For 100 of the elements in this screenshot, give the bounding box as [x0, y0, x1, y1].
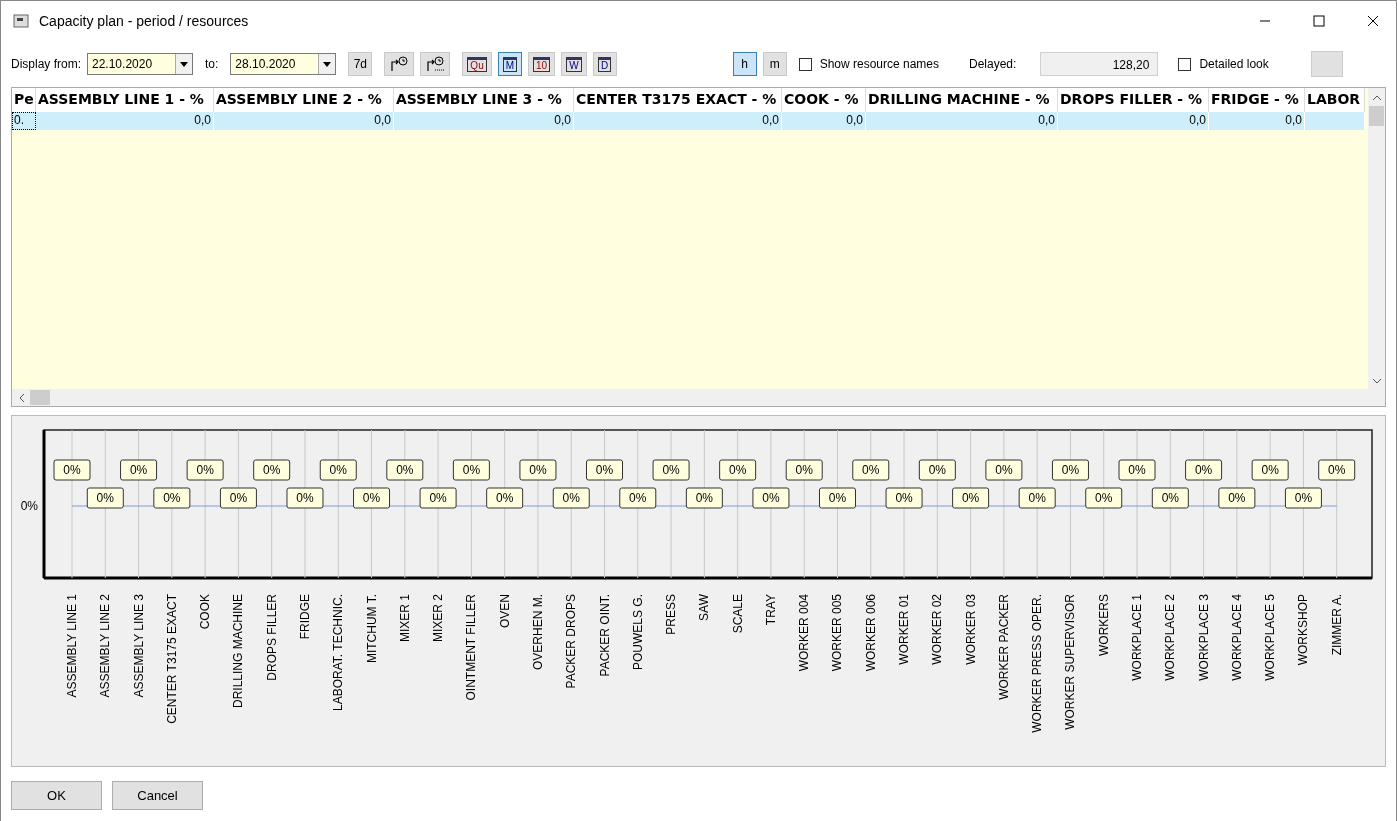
category-label: MIXER 1 [397, 594, 412, 642]
data-label: 0% [852, 459, 890, 481]
data-label: 0% [186, 459, 224, 481]
data-label: 0% [1218, 487, 1256, 509]
data-label: 0% [652, 459, 690, 481]
toolbar-button[interactable] [420, 52, 451, 76]
category-label: WORKSHOP [1296, 594, 1311, 666]
horizontal-scrollbar[interactable] [12, 389, 1368, 406]
category-label: ASSEMBLY LINE 2 [98, 594, 113, 698]
category-label: OVERHEN M. [530, 594, 545, 670]
category-label: POUWELS G. [630, 594, 645, 670]
field-label: to: [205, 57, 219, 71]
close-icon [1367, 15, 1379, 27]
category-label: PRESS [664, 594, 679, 635]
toolbar-button[interactable]: 10 [528, 52, 556, 76]
category-label: WORKERS [1096, 594, 1111, 656]
data-label: 0% [386, 459, 424, 481]
data-label: 0% [819, 487, 856, 509]
checkbox[interactable] [798, 57, 812, 71]
category-label: WORKER 01 [897, 594, 912, 665]
date-field[interactable]: 22.10.2020 [87, 53, 193, 75]
column-header: ASSEMBLY LINE 3 - % [394, 88, 574, 112]
data-label: 0% [952, 487, 990, 509]
scroll-thumb[interactable] [30, 390, 50, 405]
data-label: 0% [785, 459, 823, 481]
category-label: WORKER 02 [930, 594, 945, 665]
toolbar-button[interactable]: D [592, 52, 617, 76]
category-label: MITCHUM T. [364, 594, 379, 664]
category-label: DROPS FILLER [264, 594, 279, 681]
category-label: PACKER OINT. [597, 594, 612, 677]
table-cell: 0,0 [394, 112, 574, 130]
data-label: 0% [253, 459, 291, 481]
category-label: ASSEMBLY LINE 3 [131, 594, 146, 698]
scroll-down-icon [1371, 377, 1382, 385]
ok-button[interactable]: OK [11, 780, 102, 810]
maximize-icon [1313, 15, 1325, 27]
category-label: WORKER SUPERVISOR [1063, 594, 1078, 730]
column-header: DROPS FILLER - % [1058, 88, 1209, 112]
data-label: 0% [153, 487, 191, 509]
data-label: 0% [219, 487, 257, 509]
data-label: 0% [286, 487, 324, 509]
category-label: TRAY [763, 594, 778, 626]
data-label: 0% [353, 487, 391, 509]
date-field[interactable]: 28.10.2020 [230, 53, 337, 75]
category-label: WORKPLACE 1 [1130, 594, 1145, 681]
toolbar-button[interactable]: W [561, 52, 587, 76]
data-label: 0% [319, 459, 357, 481]
category-label: SCALE [730, 594, 745, 634]
scroll-up-icon [1371, 94, 1382, 102]
data-label: 0% [1085, 487, 1123, 509]
table-cell: 0,0 [574, 112, 782, 130]
caret-icon [323, 61, 332, 67]
table-cell: 0,0 [36, 112, 214, 130]
table-cell: 0. [12, 112, 36, 130]
data-label: 0% [586, 459, 623, 481]
table-cell: 0,0 [214, 112, 394, 130]
data-label: 0% [918, 459, 956, 481]
window-title: Capacity plan - period / resources [39, 13, 250, 29]
data-label: 0% [519, 459, 557, 481]
category-label: WORKPLACE 4 [1229, 594, 1244, 681]
scroll-thumb[interactable] [1369, 106, 1384, 126]
column-header: LABOR [1305, 88, 1365, 112]
category-label: LABORAT. TECHNIC. [331, 594, 346, 711]
vertical-scrollbar[interactable] [1368, 88, 1385, 389]
data-label: 0% [120, 459, 158, 481]
toolbar-button[interactable]: Qu [462, 52, 492, 76]
category-label: COOK [198, 594, 213, 630]
category-label: ZIMMER A. [1329, 594, 1344, 656]
color-swatch[interactable] [1310, 51, 1343, 77]
category-label: WORKPLACE 5 [1263, 594, 1278, 681]
field-label: Display from: [11, 57, 81, 71]
data-label: 0% [452, 459, 490, 481]
toolbar-button[interactable]: M [497, 52, 523, 76]
data-label: 0% [752, 487, 790, 509]
data-label: 0% [552, 487, 590, 509]
unit-toggle[interactable]: m [762, 52, 787, 76]
column-header: CENTER T3175 EXACT - % [574, 88, 782, 112]
data-label: 0% [685, 487, 723, 509]
category-label: ASSEMBLY LINE 1 [65, 594, 79, 698]
data-label: 0% [619, 487, 657, 509]
category-label: CENTER T3175 EXACT [164, 594, 179, 724]
category-label: WORKPLACE 3 [1196, 594, 1211, 681]
cancel-button[interactable]: Cancel [112, 780, 203, 810]
checkbox[interactable] [1178, 57, 1192, 71]
column-header: COOK - % [782, 88, 866, 112]
table-cell [1305, 112, 1365, 130]
data-label: 0% [486, 487, 524, 509]
column-header: Pe [12, 88, 36, 112]
period-button[interactable]: 7d [348, 52, 373, 76]
category-label: WORKER 004 [797, 594, 812, 672]
table-cell: 0,0 [782, 112, 866, 130]
data-label: 0% [1151, 487, 1189, 509]
caret-icon [180, 61, 188, 67]
toolbar-button[interactable] [384, 52, 415, 76]
category-label: MIXER 2 [431, 594, 446, 642]
category-label: OVEN [497, 594, 512, 628]
column-header: ASSEMBLY LINE 2 - % [214, 88, 394, 112]
unit-toggle[interactable]: h [732, 52, 757, 76]
data-label: 0% [1185, 459, 1223, 481]
category-label: SAW [697, 594, 712, 621]
